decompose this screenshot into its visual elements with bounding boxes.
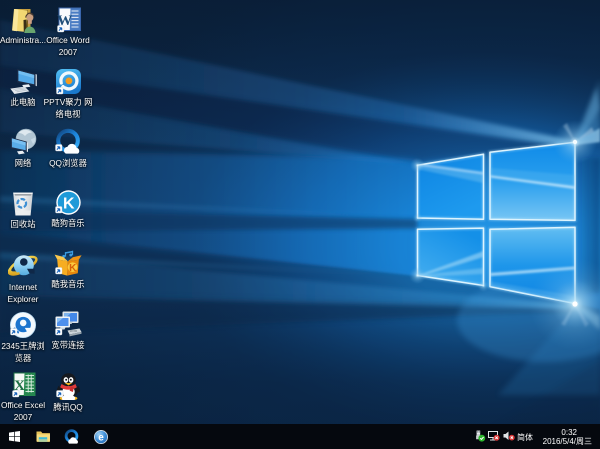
svg-text:K: K <box>69 263 77 274</box>
svg-text:K: K <box>63 196 75 213</box>
svg-text:e: e <box>98 433 104 444</box>
